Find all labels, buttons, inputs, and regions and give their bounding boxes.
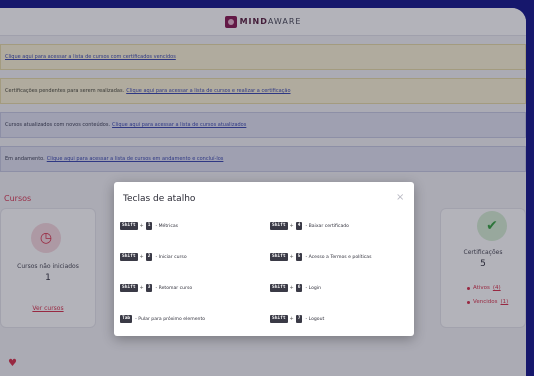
key-shift: Shift	[270, 222, 288, 230]
close-icon[interactable]: ×	[396, 192, 404, 203]
shortcut-metrics: Shift + 1 - Métricas	[120, 222, 179, 230]
shortcut-next-element: Tab - Pular para próximo elemento	[120, 315, 205, 323]
shortcut-start-course: Shift + 2 - Iniciar curso	[120, 253, 187, 261]
key-6: 6	[295, 284, 303, 292]
shortcut-desc: - Baixar certificado	[305, 223, 349, 229]
shortcut-desc: - Retomar curso	[155, 285, 193, 291]
shortcut-terms-policies: Shift + 5 - Acesso a Termos e políticas	[270, 253, 372, 261]
shortcut-desc: - Logout	[305, 316, 325, 322]
shortcut-download-certificate: Shift + 4 - Baixar certificado	[270, 222, 349, 230]
shortcut-resume-course: Shift + 3 - Retomar curso	[120, 284, 193, 292]
shortcut-logout: Shift + 7 - Logout	[270, 315, 325, 323]
key-5: 5	[295, 253, 303, 261]
shortcut-desc: - Acesso a Termos e políticas	[305, 254, 372, 260]
key-4: 4	[295, 222, 303, 230]
key-shift: Shift	[120, 284, 138, 292]
key-shift: Shift	[270, 315, 288, 323]
key-tab: Tab	[120, 315, 133, 323]
key-1: 1	[145, 222, 153, 230]
shortcut-desc: - Login	[305, 285, 321, 291]
key-2: 2	[145, 253, 153, 261]
key-shift: Shift	[270, 253, 288, 261]
shortcut-login: Shift + 6 - Login	[270, 284, 321, 292]
key-7: 7	[295, 315, 303, 323]
key-3: 3	[145, 284, 153, 292]
key-shift: Shift	[120, 253, 138, 261]
shortcut-desc: - Métricas	[155, 223, 179, 229]
shortcut-desc: - Pular para próximo elemento	[135, 316, 206, 322]
key-shift: Shift	[120, 222, 138, 230]
modal-title: Teclas de atalho	[123, 194, 196, 204]
key-shift: Shift	[270, 284, 288, 292]
shortcuts-modal: Teclas de atalho × Shift + 1 - Métricas …	[114, 182, 414, 336]
shortcut-desc: - Iniciar curso	[155, 254, 187, 260]
